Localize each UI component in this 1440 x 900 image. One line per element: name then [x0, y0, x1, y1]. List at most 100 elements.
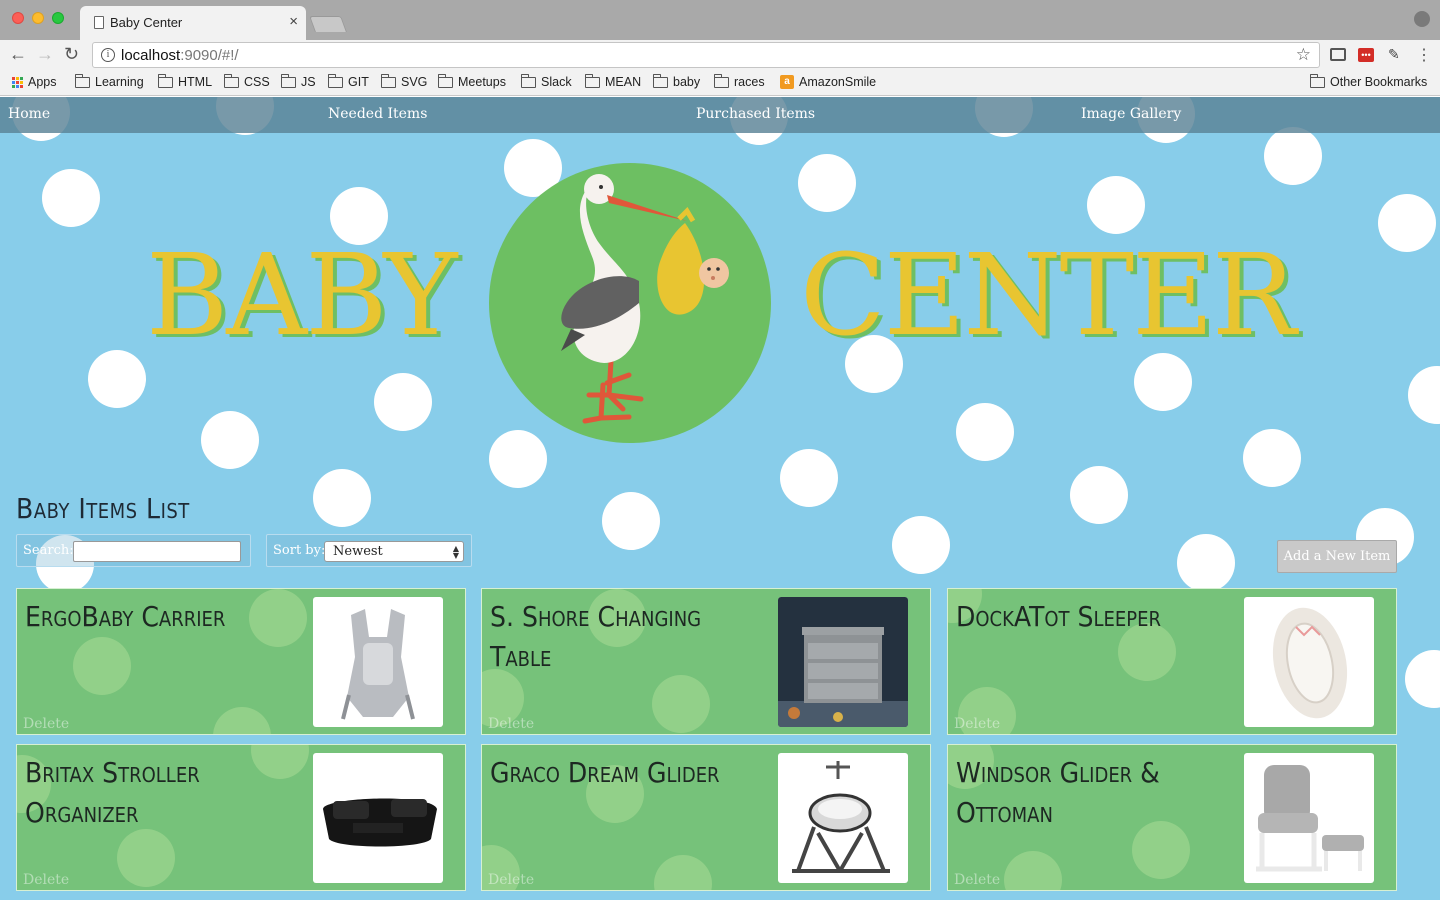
forward-arrow-icon[interactable]: →	[36, 44, 54, 64]
other-bookmarks-label: Other Bookmarks	[1330, 75, 1428, 89]
nav-purchased-items-link[interactable]: Purchased Items	[696, 106, 815, 122]
bookmark-label: GIT	[348, 75, 369, 89]
item-image	[1244, 597, 1374, 727]
baby-carrier-image	[341, 609, 415, 720]
bookmark-baby[interactable]: baby	[653, 73, 700, 89]
item-name: ErgoBaby Carrier	[25, 600, 226, 633]
bookmark-races[interactable]: races	[714, 73, 765, 89]
item-card[interactable]: DockATot Sleeper Delete	[947, 588, 1397, 735]
tab-title: Baby Center	[110, 15, 183, 30]
bookmark-amazonsmile[interactable]: a AmazonSmile	[780, 75, 876, 89]
nav-image-gallery-link[interactable]: Image Gallery	[1081, 106, 1181, 122]
folder-icon	[381, 73, 396, 88]
bookmark-slack[interactable]: Slack	[521, 73, 572, 89]
bookmark-label: races	[734, 75, 765, 89]
item-card[interactable]: ErgoBaby Carrier Delete	[16, 588, 466, 735]
sort-select[interactable]: Newest ▲ ▼	[324, 541, 464, 562]
bookmark-meetups[interactable]: Meetups	[438, 73, 506, 89]
bookmark-js[interactable]: JS	[281, 73, 316, 89]
bookmark-label: Slack	[541, 75, 572, 89]
delete-link[interactable]: Delete	[23, 872, 69, 888]
item-name: DockATot Sleeper	[956, 600, 1161, 633]
folder-icon	[521, 73, 536, 88]
url-host: localhost	[121, 47, 181, 64]
stork-icon	[561, 174, 729, 424]
bookmark-label: Meetups	[458, 75, 506, 89]
nav-needed-items-link[interactable]: Needed Items	[328, 106, 427, 122]
bookmark-label: MEAN	[605, 75, 642, 89]
bookmark-label: AmazonSmile	[799, 75, 877, 89]
item-image	[313, 597, 443, 727]
bookmark-learning[interactable]: Learning	[75, 73, 144, 89]
page-content: Home Needed Items Purchased Items Image …	[0, 97, 1440, 900]
add-new-item-button[interactable]: Add a New Item	[1277, 540, 1397, 573]
browser-tab[interactable]: Baby Center ×	[80, 6, 306, 40]
bookmark-label: Learning	[95, 75, 144, 89]
url-text: localhost:9090/#!/	[121, 47, 239, 64]
other-bookmarks[interactable]: Other Bookmarks	[1310, 73, 1428, 89]
close-window-button[interactable]	[12, 12, 24, 24]
baby-glider-image	[792, 761, 890, 873]
item-image	[313, 753, 443, 883]
page-icon	[94, 16, 104, 29]
stroller-organizer-image	[323, 798, 437, 847]
tab-close-icon[interactable]: ×	[289, 13, 298, 30]
stork-logo	[489, 163, 771, 443]
reload-icon[interactable]: ↻	[64, 44, 79, 64]
search-input[interactable]	[73, 541, 241, 562]
folder-icon	[158, 73, 173, 88]
menu-dots-icon[interactable]: ⋮	[1416, 45, 1432, 65]
folder-icon	[585, 73, 600, 88]
delete-link[interactable]: Delete	[488, 872, 534, 888]
new-tab-button[interactable]	[309, 16, 347, 32]
folder-icon	[281, 73, 296, 88]
info-icon[interactable]: i	[101, 48, 115, 62]
item-card[interactable]: S. Shore Changing Table Delete	[481, 588, 931, 735]
item-image	[778, 597, 908, 727]
browser-toolbar: ← → ↻ i localhost:9090/#!/ ☆ ••• ✎ ⋮	[0, 40, 1440, 70]
hero-title-right: CENTER	[800, 231, 1296, 361]
item-card[interactable]: Graco Dream Glider Delete	[481, 744, 931, 891]
bookmark-star-icon[interactable]: ☆	[1296, 45, 1311, 65]
bookmark-apps[interactable]: Apps	[12, 75, 57, 89]
folder-icon	[75, 73, 90, 88]
profile-icon[interactable]	[1414, 11, 1430, 27]
bookmark-label: Apps	[28, 75, 57, 89]
delete-link[interactable]: Delete	[954, 872, 1000, 888]
item-image	[778, 753, 908, 883]
select-arrows-icon: ▲ ▼	[452, 544, 459, 560]
sort-label: Sort by:	[273, 543, 326, 558]
search-box: Search:	[16, 534, 251, 567]
bookmark-html[interactable]: HTML	[158, 73, 212, 89]
amazon-icon: a	[780, 75, 794, 89]
delete-link[interactable]: Delete	[23, 716, 69, 732]
bookmark-label: CSS	[244, 75, 270, 89]
item-image	[1244, 753, 1374, 883]
item-name: Graco Dream Glider	[490, 756, 720, 789]
item-card[interactable]: Britax Stroller Organizer Delete	[16, 744, 466, 891]
maximize-window-button[interactable]	[52, 12, 64, 24]
bookmark-mean[interactable]: MEAN	[585, 73, 642, 89]
sort-selected-value: Newest	[333, 544, 383, 559]
nav-home-link[interactable]: Home	[8, 106, 50, 122]
glider-ottoman-image	[1256, 765, 1364, 872]
delete-link[interactable]: Delete	[488, 716, 534, 732]
changing-table-image	[778, 597, 908, 727]
extension-pen-icon[interactable]: ✎	[1388, 46, 1404, 62]
address-bar[interactable]: i localhost:9090/#!/ ☆	[92, 42, 1320, 68]
minimize-window-button[interactable]	[32, 12, 44, 24]
item-name: Britax Stroller Organizer	[25, 756, 200, 829]
item-name: S. Shore Changing Table	[490, 600, 702, 673]
browser-tab-bar: Baby Center ×	[0, 0, 1440, 40]
folder-icon	[438, 73, 453, 88]
bookmark-git[interactable]: GIT	[328, 73, 369, 89]
hero-title-left: BABY	[146, 231, 457, 361]
bookmark-css[interactable]: CSS	[224, 73, 270, 89]
delete-link[interactable]: Delete	[954, 716, 1000, 732]
item-card[interactable]: Windsor Glider & Ottoman Delete	[947, 744, 1397, 891]
back-arrow-icon[interactable]: ←	[9, 44, 27, 64]
cast-icon[interactable]	[1330, 48, 1346, 61]
lastpass-icon[interactable]: •••	[1358, 48, 1374, 62]
sort-box: Sort by: Newest ▲ ▼	[266, 534, 472, 567]
bookmark-svg[interactable]: SVG	[381, 73, 427, 89]
